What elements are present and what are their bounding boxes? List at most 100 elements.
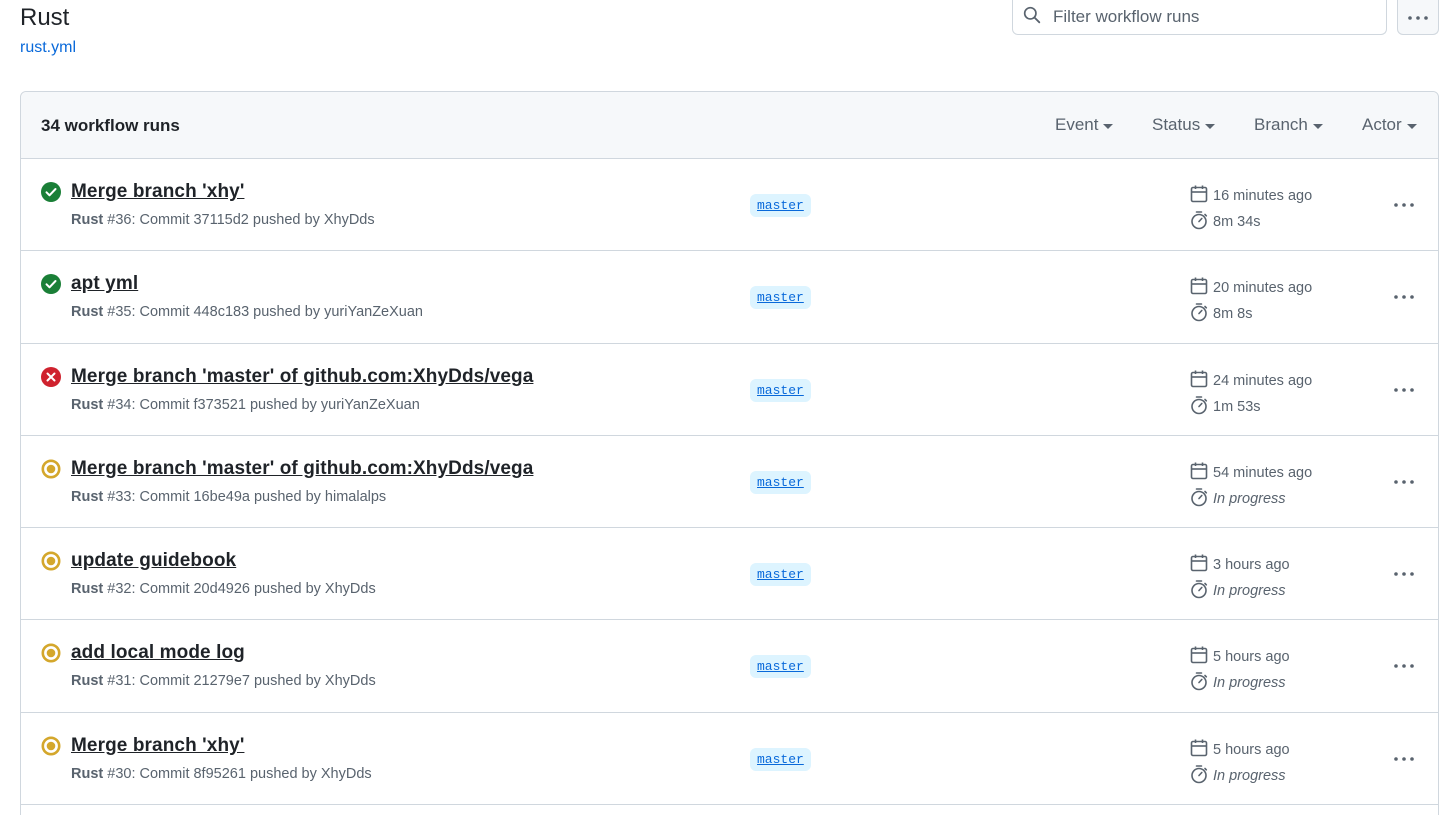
run-started-time: 20 minutes ago [1213,280,1313,297]
calendar-icon [1189,738,1209,762]
run-workflow-name: Rust [71,488,104,505]
run-timing: 3 hours ago In progress [1189,552,1290,604]
run-timing: 5 hours ago In progress [1189,737,1290,789]
run-title-link[interactable]: apt yml [71,273,138,295]
workflow-run-row[interactable]: Merge branch 'xhy' Rust #30: Commit 8f95… [21,713,1438,806]
branch-badge[interactable]: master [750,378,811,402]
run-timing: 20 minutes ago 8m 8s [1189,275,1312,327]
x-circle-icon [41,366,61,387]
run-duration: 8m 34s [1213,214,1261,230]
run-commit-info: : Commit 20d4926 pushed by XhyDds [131,581,376,598]
branch-badge[interactable]: master [750,747,811,771]
run-meta: Rust #34: Commit f373521 pushed by yuriY… [71,397,420,413]
stopwatch-icon [1189,764,1209,788]
dot-fill-icon [41,736,61,756]
actor-filter[interactable]: Actor [1362,115,1417,135]
run-number: #31 [107,673,132,690]
run-title-link[interactable]: add local mode log [71,642,245,664]
run-meta: Rust #30: Commit 8f95261 pushed by XhyDd… [71,766,372,782]
run-title-link[interactable]: Merge branch 'xhy' [71,181,244,203]
kebab-horizontal-icon [1393,749,1415,767]
dot-fill-icon [41,643,61,663]
run-menu-button[interactable] [1389,747,1419,769]
caret-down-icon [1103,123,1114,129]
run-number: #32 [107,581,132,598]
check-circle-icon [41,274,61,295]
run-duration: 8m 8s [1213,306,1253,323]
run-menu-button[interactable] [1389,654,1419,676]
run-workflow-name: Rust [71,765,104,782]
status-filter[interactable]: Status [1152,115,1216,135]
run-menu-button[interactable] [1389,285,1419,307]
run-started-time: 5 hours ago [1213,649,1290,666]
run-started-time: 16 minutes ago [1213,188,1313,204]
workflow-menu-button[interactable] [1397,0,1439,35]
calendar-icon [1189,645,1209,669]
check-circle-icon [41,182,61,202]
page-title: Rust [20,4,70,31]
caret-down-icon [1205,123,1216,129]
search-icon [1023,6,1041,29]
dot-fill-icon [41,459,61,479]
run-meta: Rust #36: Commit 37115d2 pushed by XhyDd… [71,212,375,228]
workflow-run-row[interactable]: Merge branch 'master' of github.com:XhyD… [21,344,1438,436]
run-timing: 24 minutes ago 1m 53s [1189,368,1312,420]
run-commit-info: : Commit 8f95261 pushed by XhyDds [131,765,372,782]
run-meta: Rust #31: Commit 21279e7 pushed by XhyDd… [71,673,376,689]
workflow-run-row[interactable]: add local mode log Rust #31: Commit 2127… [21,620,1438,713]
stopwatch-icon [1189,210,1209,234]
run-started-time: 54 minutes ago [1213,464,1313,481]
run-commit-info: : Commit 448c183 pushed by yuriYanZeXuan [131,304,423,321]
run-commit-info: : Commit 37115d2 pushed by XhyDds [131,212,375,228]
run-duration: In progress [1213,675,1286,692]
calendar-icon [1189,276,1209,300]
run-timing: 5 hours ago In progress [1189,644,1290,696]
calendar-icon [1189,553,1209,577]
branch-badge[interactable]: master [750,286,811,310]
kebab-horizontal-icon [1393,195,1415,213]
run-title-link[interactable]: Merge branch 'master' of github.com:XhyD… [71,458,533,480]
stopwatch-icon [1189,579,1209,603]
event-filter[interactable]: Event [1055,115,1114,135]
kebab-horizontal-icon [1393,656,1415,674]
branch-badge[interactable]: master [750,563,811,587]
caret-down-icon [1406,123,1417,129]
run-menu-button[interactable] [1389,378,1419,400]
branch-filter[interactable]: Branch [1254,115,1323,135]
run-started-time: 5 hours ago [1213,741,1290,758]
run-commit-info: : Commit 21279e7 pushed by XhyDds [131,673,376,690]
run-meta: Rust #32: Commit 20d4926 pushed by XhyDd… [71,581,376,597]
run-workflow-name: Rust [71,673,104,690]
branch-badge[interactable]: master [750,470,811,494]
run-duration: 1m 53s [1213,398,1261,415]
run-started-time: 24 minutes ago [1213,372,1313,389]
branch-badge[interactable]: master [750,655,811,679]
filter-workflow-runs[interactable] [1012,0,1387,35]
run-menu-button[interactable] [1389,562,1419,584]
workflow-run-row[interactable]: Merge branch 'xhy' Rust #36: Commit 3711… [21,159,1438,252]
run-workflow-name: Rust [71,581,104,598]
run-workflow-name: Rust [71,304,104,321]
run-title-link[interactable]: Merge branch 'master' of github.com:XhyD… [71,366,533,388]
calendar-icon [1189,184,1209,208]
run-menu-button[interactable] [1389,470,1419,492]
run-started-time: 3 hours ago [1213,557,1290,574]
workflow-file-link[interactable]: rust.yml [20,39,76,57]
run-title-link[interactable]: update guidebook [71,550,236,572]
run-number: #34 [107,396,132,413]
run-duration: In progress [1213,583,1286,600]
run-commit-info: : Commit f373521 pushed by yuriYanZeXuan [131,396,420,413]
kebab-horizontal-icon [1407,8,1429,26]
run-title-link[interactable]: Merge branch 'xhy' [71,735,244,757]
run-timing: 54 minutes ago In progress [1189,460,1312,512]
branch-badge[interactable]: master [750,194,811,217]
run-number: #33 [107,488,132,505]
workflow-run-row[interactable]: Merge branch 'master' of github.com:XhyD… [21,436,1438,529]
kebab-horizontal-icon [1393,564,1415,582]
workflow-run-row[interactable]: update guidebook Rust #32: Commit 20d492… [21,528,1438,621]
run-menu-button[interactable] [1389,193,1419,215]
workflow-run-row[interactable]: apt yml Rust #35: Commit 448c183 pushed … [21,251,1438,344]
stopwatch-icon [1189,302,1209,326]
run-meta: Rust #33: Commit 16be49a pushed by himal… [71,489,386,505]
search-input[interactable] [1053,7,1353,27]
